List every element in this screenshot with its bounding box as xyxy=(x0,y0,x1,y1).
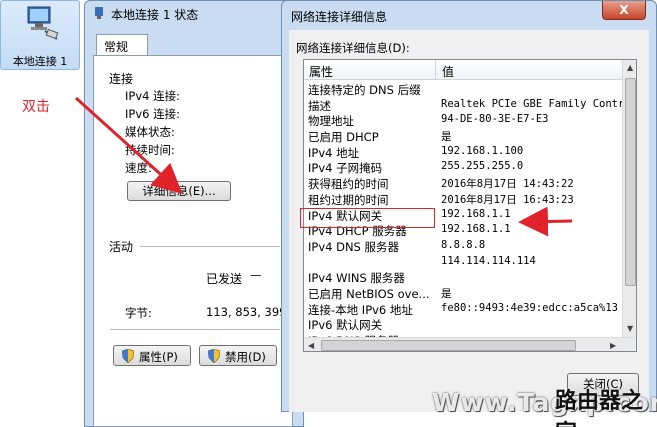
network-connection-icon xyxy=(27,6,59,40)
details-button[interactable]: 详细信息(E)... xyxy=(127,181,231,201)
annotation-double-click: 双击 xyxy=(22,99,50,115)
field-media-state: 媒体状态: xyxy=(125,125,175,139)
shield-icon xyxy=(208,349,220,363)
horizontal-scrollbar[interactable]: ◀ ▶ xyxy=(304,337,636,351)
row-value: 8.8.8.8 xyxy=(441,238,486,251)
details-list-label: 网络连接详细信息(D): xyxy=(296,41,410,55)
row-property: IPv4 WINS 服务器 xyxy=(308,271,405,286)
properties-button-label: 属性(P) xyxy=(139,350,178,364)
row-value: 是 xyxy=(441,131,452,144)
list-item[interactable]: 114.114.114.114 xyxy=(304,254,622,270)
list-item[interactable]: 连接-本地 IPv6 地址 fe80::9493:4e39:edcc:a5ca%1… xyxy=(304,301,622,317)
field-duration: 持续时间: xyxy=(125,143,175,157)
activity-header: 活动 xyxy=(109,240,134,254)
list-column-header: 属性 值 xyxy=(304,60,622,80)
list-item[interactable]: IPv4 WINS 服务器 xyxy=(304,269,622,285)
vertical-scrollbar[interactable]: ▲ ▼ xyxy=(622,60,636,337)
list-item[interactable]: 已启用 NetBIOS ove... 是 xyxy=(304,285,622,301)
sent-dash: — xyxy=(250,268,262,282)
row-value: 192.168.1.100 xyxy=(441,144,524,157)
status-window-title: 本地连接 1 状态 xyxy=(111,8,199,22)
row-value: 114.114.114.114 xyxy=(441,254,536,267)
column-value[interactable]: 值 xyxy=(442,63,454,80)
gateway-highlight-box xyxy=(300,208,435,228)
details-window-title: 网络连接详细信息 xyxy=(291,10,388,24)
row-value: 2016年8月17日 14:43:22 xyxy=(441,178,574,191)
bytes-sent-value: 113, 853, 399 xyxy=(206,305,287,319)
column-property[interactable]: 属性 xyxy=(309,63,333,80)
row-value: 192.168.1.1 xyxy=(441,207,511,220)
scroll-right-arrow-icon[interactable]: ▶ xyxy=(610,341,616,350)
row-property: IPv4 地址 xyxy=(308,145,360,160)
row-property: IPv4 子网掩码 xyxy=(308,161,383,176)
connection-header: 连接 xyxy=(109,72,134,86)
window-close-button[interactable]: X xyxy=(602,1,646,20)
row-property: 已启用 NetBIOS ove... xyxy=(308,286,430,301)
list-item[interactable]: IPv6 默认网关 xyxy=(304,316,622,332)
row-property: IPv6 默认网关 xyxy=(308,318,383,333)
scroll-down-arrow-icon[interactable]: ▼ xyxy=(627,324,633,333)
row-property: IPv4 DNS 服务器 xyxy=(308,239,400,254)
row-property: 租约过期的时间 xyxy=(308,192,389,207)
row-property: 连接特定的 DNS 后缀 xyxy=(308,83,421,97)
disable-button[interactable]: 禁用(D) xyxy=(199,345,277,366)
list-item[interactable]: 连接特定的 DNS 后缀 xyxy=(304,81,622,97)
column-divider[interactable] xyxy=(435,60,436,80)
row-value: 2016年8月17日 16:43:23 xyxy=(441,193,574,206)
desktop-network-icon[interactable]: 本地连接 1 xyxy=(0,0,80,70)
button-separator xyxy=(110,329,280,330)
disable-button-label: 禁用(D) xyxy=(225,350,266,364)
list-item[interactable]: 描述 Realtek PCIe GBE Family Controller xyxy=(304,97,636,113)
properties-button[interactable]: 属性(P) xyxy=(113,345,191,366)
window-network-icon xyxy=(95,7,103,19)
row-value: 192.168.1.1 xyxy=(441,223,511,236)
list-item[interactable]: IPv4 地址 192.168.1.100 xyxy=(304,144,622,160)
row-property: 物理地址 xyxy=(308,114,354,129)
activity-separator xyxy=(140,246,280,247)
desktop-icon-label: 本地连接 1 xyxy=(12,55,68,68)
details-listview[interactable]: 属性 值 连接特定的 DNS 后缀 描述 Realtek PCIe GBE Fami… xyxy=(303,59,637,352)
shield-icon xyxy=(122,349,134,363)
tab-general[interactable]: 常规 xyxy=(96,34,148,56)
screenshot-stage: 本地连接 1 双击 本地连接 1 状态 常规 连接 IPv4 连接: IPv6 … xyxy=(0,0,657,427)
field-speed: 速度: xyxy=(125,161,152,175)
field-ipv6-connectivity: IPv6 连接: xyxy=(125,107,180,121)
list-item[interactable]: 物理地址 94-DE-80-3E-E7-E3 xyxy=(304,112,622,128)
row-property: 连接-本地 IPv6 地址 xyxy=(308,302,413,317)
row-property: 获得租约的时间 xyxy=(308,177,389,192)
list-item[interactable]: 获得租约的时间 2016年8月17日 14:43:22 xyxy=(304,175,622,191)
row-property: 描述 xyxy=(308,98,331,113)
scroll-left-arrow-icon[interactable]: ◀ xyxy=(308,341,314,350)
list-item[interactable]: 已启用 DHCP 是 xyxy=(304,128,622,144)
sent-label: 已发送 xyxy=(206,272,243,286)
list-item[interactable]: IPv4 子网掩码 255.255.255.0 xyxy=(304,159,622,175)
row-value: 255.255.255.0 xyxy=(441,160,524,173)
horizontal-scroll-thumb[interactable] xyxy=(321,340,576,351)
list-item[interactable]: 租约过期的时间 2016年8月17日 16:43:23 xyxy=(304,191,622,207)
row-property: 已启用 DHCP xyxy=(308,130,379,145)
row-value: Realtek PCIe GBE Family Controller xyxy=(441,97,637,110)
vertical-scroll-thumb[interactable] xyxy=(625,78,636,286)
row-value: 94-DE-80-3E-E7-E3 xyxy=(441,113,549,126)
list-item[interactable]: IPv4 DNS 服务器 8.8.8.8 xyxy=(304,238,622,254)
field-ipv4-connectivity: IPv4 连接: xyxy=(125,89,180,103)
watermark-logo-text: 路由器之家 xyxy=(555,389,644,427)
bytes-label: 字节: xyxy=(125,306,152,320)
row-value: 是 xyxy=(441,287,452,300)
scroll-up-arrow-icon[interactable]: ▲ xyxy=(627,63,633,72)
row-value: fe80::9493:4e39:edcc:a5ca%13 xyxy=(441,301,619,314)
